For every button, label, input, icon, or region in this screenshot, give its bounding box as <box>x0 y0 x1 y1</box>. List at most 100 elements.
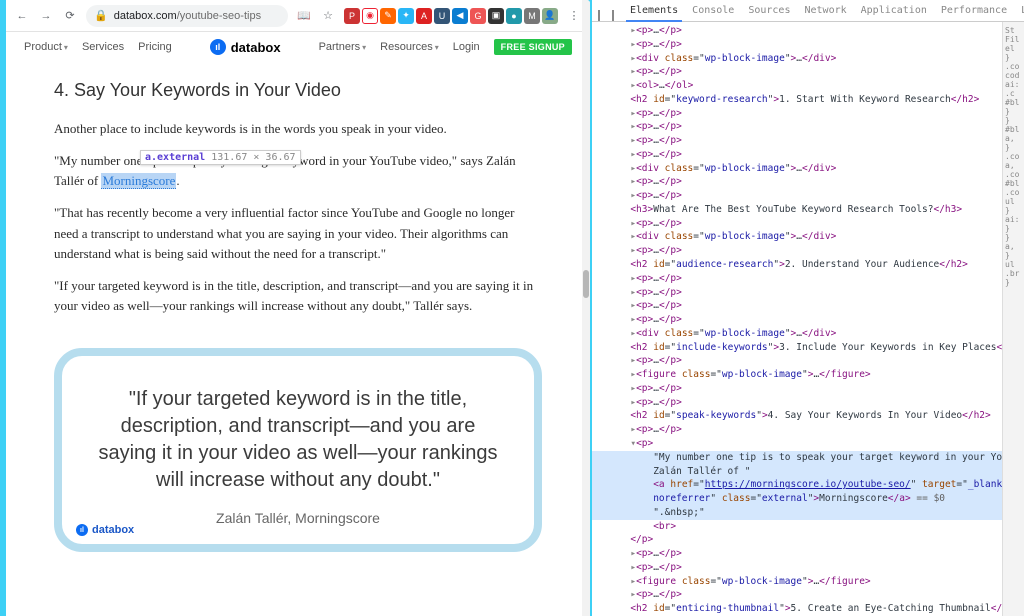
dom-line[interactable]: ▸<p>…</p> <box>592 382 1002 396</box>
scrollbar-thumb[interactable] <box>583 270 589 298</box>
brand-logo[interactable]: ıl databox <box>210 39 281 55</box>
dom-line[interactable]: <br> <box>592 520 1002 534</box>
extensions-row: P ◉ ✎ ✦ A U ◀ G ▣ ● M 👤 <box>344 8 558 24</box>
inspect-icon[interactable] <box>598 10 600 21</box>
styles-fragment: ai: <box>1005 80 1022 89</box>
dom-line[interactable]: ▸<p>…</p> <box>592 38 1002 52</box>
nav-product[interactable]: Product▾ <box>24 41 68 53</box>
forward-icon[interactable]: → <box>38 8 54 24</box>
dom-tree[interactable]: ▸<p>…</p> ▸<p>…</p> ▸<div class="wp-bloc… <box>592 22 1002 616</box>
reload-icon[interactable]: ⟳ <box>62 8 78 24</box>
styles-fragment: el <box>1005 44 1022 53</box>
dom-line[interactable]: ▸<p>…</p> <box>592 354 1002 368</box>
nav-pricing[interactable]: Pricing <box>138 41 172 53</box>
styles-fragment: a, <box>1005 134 1022 143</box>
dom-line[interactable]: ▾<p> <box>592 437 1002 451</box>
address-bar[interactable]: 🔒 databox.com/youtube-seo-tips <box>86 5 288 27</box>
devtools-tabs: Elements Console Sources Network Application… <box>592 0 1024 22</box>
devtools-tab-elements[interactable]: Elements <box>626 2 682 22</box>
avatar-icon[interactable]: 👤 <box>542 8 558 24</box>
dom-line[interactable]: ▸<p>…</p> <box>592 24 1002 38</box>
device-icon[interactable] <box>612 10 614 21</box>
dom-line[interactable]: ▸<p>…</p> <box>592 134 1002 148</box>
nav-partners[interactable]: Partners▾ <box>319 41 367 53</box>
dom-line[interactable]: ▸<p>…</p> <box>592 299 1002 313</box>
devtools-tab-lighthouse[interactable]: Lighthouse <box>1017 2 1024 21</box>
dom-line[interactable]: ▸<p>…</p> <box>592 423 1002 437</box>
dom-line[interactable]: <a href="https://morningscore.io/youtube… <box>592 478 1002 492</box>
browser-toolbar: ← → ⟳ 🔒 databox.com/youtube-seo-tips 📖 ☆… <box>6 0 590 32</box>
dom-line[interactable]: ▸<p>…</p> <box>592 189 1002 203</box>
dom-line[interactable]: <h3>What Are The Best YouTube Keyword Re… <box>592 203 1002 217</box>
dom-line[interactable]: ".&nbsp;" <box>592 506 1002 520</box>
dom-line[interactable]: ▸<p>…</p> <box>592 396 1002 410</box>
devtools-tab-network[interactable]: Network <box>800 2 850 21</box>
dom-line[interactable]: </p> <box>592 533 1002 547</box>
ext-icon[interactable]: A <box>416 8 432 24</box>
dom-line[interactable]: ▸<p>…</p> <box>592 65 1002 79</box>
ext-icon[interactable]: ✦ <box>398 8 414 24</box>
devtools-tab-performance[interactable]: Performance <box>937 2 1011 21</box>
dom-line[interactable]: <h2 id="audience-research">2. Understand… <box>592 258 1002 272</box>
dom-line[interactable]: ▸<p>…</p> <box>592 272 1002 286</box>
ext-icon[interactable]: P <box>344 8 360 24</box>
dom-line[interactable]: <h2 id="enticing-thumbnail">5. Create an… <box>592 602 1002 616</box>
dom-line[interactable]: ▸<p>…</p> <box>592 120 1002 134</box>
styles-fragment: } <box>1005 224 1022 233</box>
reader-icon[interactable]: 📖 <box>296 8 312 24</box>
styles-fragment: ai: <box>1005 215 1022 224</box>
styles-fragment: .co <box>1005 188 1022 197</box>
ext-icon[interactable]: ● <box>506 8 522 24</box>
signup-button[interactable]: FREE SIGNUP <box>494 39 572 55</box>
menu-icon[interactable]: ⋮ <box>566 8 582 24</box>
scrollbar-vertical[interactable] <box>582 0 590 616</box>
devtools-tab-console[interactable]: Console <box>688 2 738 21</box>
dom-line[interactable]: ▸<p>…</p> <box>592 244 1002 258</box>
dom-line[interactable]: ▸<div class="wp-block-image">…</div> <box>592 162 1002 176</box>
styles-fragment: ul <box>1005 260 1022 269</box>
styles-fragment: cod <box>1005 71 1022 80</box>
ext-icon[interactable]: ◀ <box>452 8 468 24</box>
nav-resources[interactable]: Resources▾ <box>380 41 439 53</box>
dom-line[interactable]: ▸<p>…</p> <box>592 148 1002 162</box>
dom-line[interactable]: ▸<p>…</p> <box>592 588 1002 602</box>
dom-line[interactable]: ▸<div class="wp-block-image">…</div> <box>592 52 1002 66</box>
dom-line[interactable]: ▸<p>…</p> <box>592 107 1002 121</box>
logo-icon: ıl <box>76 524 88 536</box>
ext-icon[interactable]: ✎ <box>380 8 396 24</box>
dom-line[interactable]: ▸<p>…</p> <box>592 547 1002 561</box>
dom-line[interactable]: ▸<p>…</p> <box>592 286 1002 300</box>
devtools-tab-sources[interactable]: Sources <box>744 2 794 21</box>
dom-line[interactable]: ▸<figure class="wp-block-image">…</figur… <box>592 368 1002 382</box>
ext-icon[interactable]: G <box>470 8 486 24</box>
dom-line[interactable]: ▸<ol>…</ol> <box>592 79 1002 93</box>
dom-line[interactable]: noreferrer" class="external">Morningscor… <box>592 492 1002 506</box>
dom-line[interactable]: ▸<figure class="wp-block-image">…</figur… <box>592 575 1002 589</box>
ext-icon[interactable]: M <box>524 8 540 24</box>
dom-line[interactable]: ▸<p>…</p> <box>592 561 1002 575</box>
styles-sidebar[interactable]: StFilel}.cocodai:.c#bl}}#bla,}.coa,.co#b… <box>1002 22 1024 616</box>
dom-line[interactable]: ▸<div class="wp-block-image">…</div> <box>592 327 1002 341</box>
back-icon[interactable]: ← <box>14 8 30 24</box>
ext-icon[interactable]: ▣ <box>488 8 504 24</box>
nav-services[interactable]: Services <box>82 41 124 53</box>
dom-line[interactable]: ▸<div class="wp-block-image">…</div> <box>592 230 1002 244</box>
dom-line[interactable]: ▸<p>…</p> <box>592 217 1002 231</box>
devtools-tab-application[interactable]: Application <box>857 2 931 21</box>
dom-line[interactable]: ▸<p>…</p> <box>592 313 1002 327</box>
ext-icon[interactable]: ◉ <box>362 8 378 24</box>
dom-line[interactable]: <h2 id="keyword-research">1. Start With … <box>592 93 1002 107</box>
styles-fragment: a, <box>1005 242 1022 251</box>
dom-line[interactable]: Zalán Tallér of " <box>592 465 1002 479</box>
dom-line[interactable]: <h2 id="include-keywords">3. Include You… <box>592 341 1002 355</box>
article-body: 4. Say Your Keywords in Your Video Anoth… <box>6 62 590 562</box>
styles-fragment: ul <box>1005 197 1022 206</box>
star-icon[interactable]: ☆ <box>320 8 336 24</box>
dom-line[interactable]: ▸<p>…</p> <box>592 175 1002 189</box>
external-link[interactable]: Morningscore <box>101 173 176 189</box>
dom-line[interactable]: <h2 id="speak-keywords">4. Say Your Keyw… <box>592 409 1002 423</box>
ext-icon[interactable]: U <box>434 8 450 24</box>
dom-line[interactable]: "My number one tip is to speak your targ… <box>592 451 1002 465</box>
styles-fragment: } <box>1005 251 1022 260</box>
nav-login[interactable]: Login <box>453 41 480 53</box>
